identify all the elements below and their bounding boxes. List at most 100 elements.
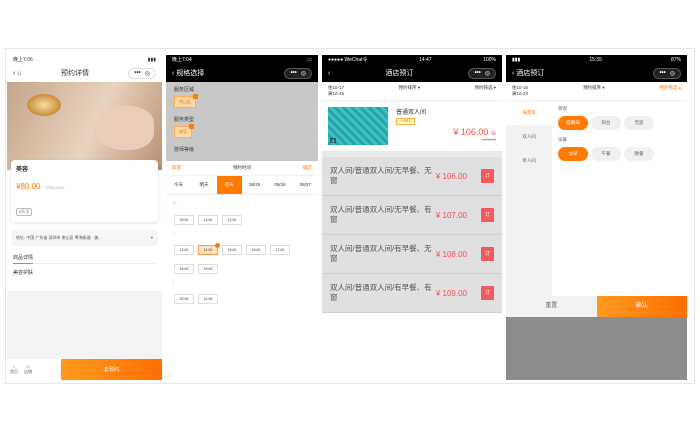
status-time: 15:35: [589, 56, 602, 63]
list-item[interactable]: 双人间/普通双人间/有早餐、有窗 ¥ 109.00 订: [322, 274, 502, 313]
home-tab[interactable]: ⌂ 首页: [7, 359, 21, 380]
section-heading: 美容护肤: [13, 270, 34, 276]
filter-label: 预约筛选: [659, 85, 678, 90]
checkout-date: 离10-25: [328, 91, 345, 96]
back-icon[interactable]: ‹: [172, 70, 174, 77]
date-tab[interactable]: 08/25: [242, 176, 267, 194]
product-price: ¥80.00: [16, 182, 41, 191]
nav-bar: ‹ 酒店预订 ••• ◎: [506, 64, 687, 82]
date-tab[interactable]: 今天: [166, 176, 191, 194]
shop-label: 店铺: [24, 369, 32, 374]
option-name: 双人间/普通双人间/有早餐、有窗: [330, 283, 432, 302]
sort-dropdown[interactable]: 预约排序 ▾: [398, 85, 420, 97]
list-item[interactable]: 双人间/普通双人间/无早餐、有窗 ¥ 107.00 订: [322, 196, 502, 235]
date-tab[interactable]: 明天: [191, 176, 216, 194]
date-tab[interactable]: 08/27: [293, 176, 318, 194]
list-item[interactable]: 双人间/普通双人间/有早餐、无窗 ¥ 108.00 订: [322, 235, 502, 274]
book-button[interactable]: 订: [481, 247, 494, 261]
date-range[interactable]: 住10-16 离10-23: [512, 85, 528, 97]
book-button[interactable]: 去预约: [61, 359, 162, 380]
sidebar-item-double[interactable]: 双人间: [506, 125, 552, 149]
capsule-menu[interactable]: ••• ◎: [468, 67, 496, 79]
spec-screen: 晚上7:04 ▭ ‹ 规格选择 ••• ◎ 服务区域 南山区 服务类型 美容 技师等级 …: [166, 55, 318, 380]
book-button[interactable]: 订: [481, 169, 494, 183]
time-slot[interactable]: 19:00: [198, 264, 218, 274]
room-card[interactable]: 1 普通双人间 24h确认 ¥ 106.00 ⊖ ¥228.00: [322, 101, 502, 157]
book-button[interactable]: 订: [481, 208, 494, 222]
battery-icon: ▭: [307, 56, 312, 63]
nav-bar: ‹ 酒店预订 ••• ◎: [322, 64, 502, 82]
sort-label: 预约排序: [398, 85, 417, 90]
page-title: 预约详情: [60, 70, 89, 77]
time-slot[interactable]: 11:00: [198, 215, 218, 225]
page-title: 酒店预订: [516, 70, 545, 77]
option-name: 双人间/普通双人间/有早餐、无窗: [330, 244, 432, 263]
status-bar: 晚上7:06 ▮▮▮: [7, 55, 162, 64]
hotel-filter-screen: ▮▮▮ 15:35 87% ‹ 酒店预订 ••• ◎ 住10-16 离10-23 预约排…: [506, 55, 687, 380]
massage-photo: [7, 82, 162, 170]
book-button[interactable]: 订: [481, 286, 494, 300]
option-pill[interactable]: 阳台: [591, 116, 621, 130]
filter-dropdown[interactable]: 预约筛选 ▾: [474, 85, 496, 97]
sidebar-item-single[interactable]: 单人间: [506, 149, 552, 173]
type-chip[interactable]: 美容: [174, 124, 194, 138]
back-icon[interactable]: ‹ ⌂: [13, 70, 22, 77]
confirm-button[interactable]: 确认: [596, 296, 687, 317]
filter-label: 预约筛选: [474, 85, 493, 90]
time-slots: ☀ 09:00 11:00 12:00 ☼ 13:00 14:00 15:00 16:00…: [166, 195, 318, 308]
carrier: ●●●●● WeChat令: [328, 57, 368, 63]
address-row[interactable]: 地址: 中国 广东省 深圳市 南山区 粤海街道 · 美... ⌖: [11, 230, 158, 246]
back-icon[interactable]: ‹: [328, 70, 330, 77]
capsule-menu[interactable]: ••• ◎: [653, 67, 681, 79]
photo-count: 1: [330, 138, 337, 143]
time-slot[interactable]: 17:00: [270, 245, 290, 255]
slot-label: 14:00: [203, 248, 213, 252]
time-slot[interactable]: 18:00: [174, 264, 194, 274]
address-text: 中国 广东省 深圳市 南山区 粤海街道 · 美...: [26, 235, 102, 240]
option-pill[interactable]: 无窗: [624, 116, 654, 130]
option-price: ¥ 108.00: [435, 249, 467, 259]
type-chip-label: 美容: [179, 129, 187, 134]
detail-screen: 晚上7:06 ▮▮▮ ‹ ⌂ 预约详情 ••• ◎ 美容 ¥80.00 门市价:¥1…: [7, 55, 162, 380]
filter-options: 景观 面朝海 阳台 无窗 早餐 含早 午餐 晚餐: [552, 101, 687, 296]
option-pill[interactable]: 午餐: [591, 147, 621, 161]
capsule-menu[interactable]: ••• ◎: [284, 67, 312, 79]
sort-label: 预约排序: [582, 85, 601, 90]
time-slot[interactable]: 12:00: [222, 215, 242, 225]
time-slot[interactable]: 16:00: [246, 245, 266, 255]
shop-tab[interactable]: ☖ 店铺: [21, 359, 35, 380]
tab-product-detail[interactable]: 商品详情: [13, 255, 34, 264]
time-slot[interactable]: 15:00: [222, 245, 242, 255]
nav-bar: ‹ ⌂ 预约详情 ••• ◎: [7, 64, 162, 82]
date-range[interactable]: 住10-17 离10-25: [328, 85, 344, 97]
confirm-button[interactable]: 确定: [303, 165, 312, 171]
capsule-menu[interactable]: ••• ◎: [128, 67, 156, 79]
time-slot-selected[interactable]: 14:00: [198, 243, 220, 255]
list-item[interactable]: 双人间/普通双人间/无早餐、无窗 ¥ 106.00 订: [322, 157, 502, 196]
nav-bar: ‹ 规格选择 ••• ◎: [166, 64, 318, 82]
page-title: 规格选择: [176, 70, 205, 77]
time-slot[interactable]: 13:00: [174, 245, 194, 255]
date-tab[interactable]: 后天: [216, 176, 242, 194]
sidebar-item-sea-view[interactable]: 海景房: [506, 101, 552, 125]
overlay-mask[interactable]: [506, 317, 687, 380]
date-tab[interactable]: 08/26: [267, 176, 292, 194]
detail-tabs: 商品详情: [13, 254, 156, 264]
time-slot[interactable]: 09:00: [174, 215, 194, 225]
option-pill[interactable]: 晚餐: [624, 147, 654, 161]
option-pill[interactable]: 面朝海: [558, 116, 588, 130]
address-label: 地址:: [16, 235, 26, 240]
cancel-button[interactable]: 取消: [172, 165, 181, 171]
reset-button[interactable]: 重置: [506, 296, 597, 317]
back-icon[interactable]: ‹: [512, 70, 514, 77]
option-pill[interactable]: 含早: [558, 147, 588, 161]
time-slot[interactable]: 20:00: [174, 294, 194, 304]
filter-bar: 住10-16 离10-23 预约排序 ▾ 预约筛选 ▴: [506, 82, 687, 101]
sort-dropdown[interactable]: 预约排序 ▾: [583, 85, 605, 97]
option-name: 双人间/普通双人间/无早餐、无窗: [330, 166, 432, 185]
filter-dropdown[interactable]: 预约筛选 ▴: [659, 85, 681, 97]
time-slot[interactable]: 21:00: [198, 294, 218, 304]
area-title: 服务区域: [174, 87, 195, 93]
area-chip[interactable]: 南山区: [174, 94, 198, 108]
product-title: 美容: [16, 167, 29, 173]
